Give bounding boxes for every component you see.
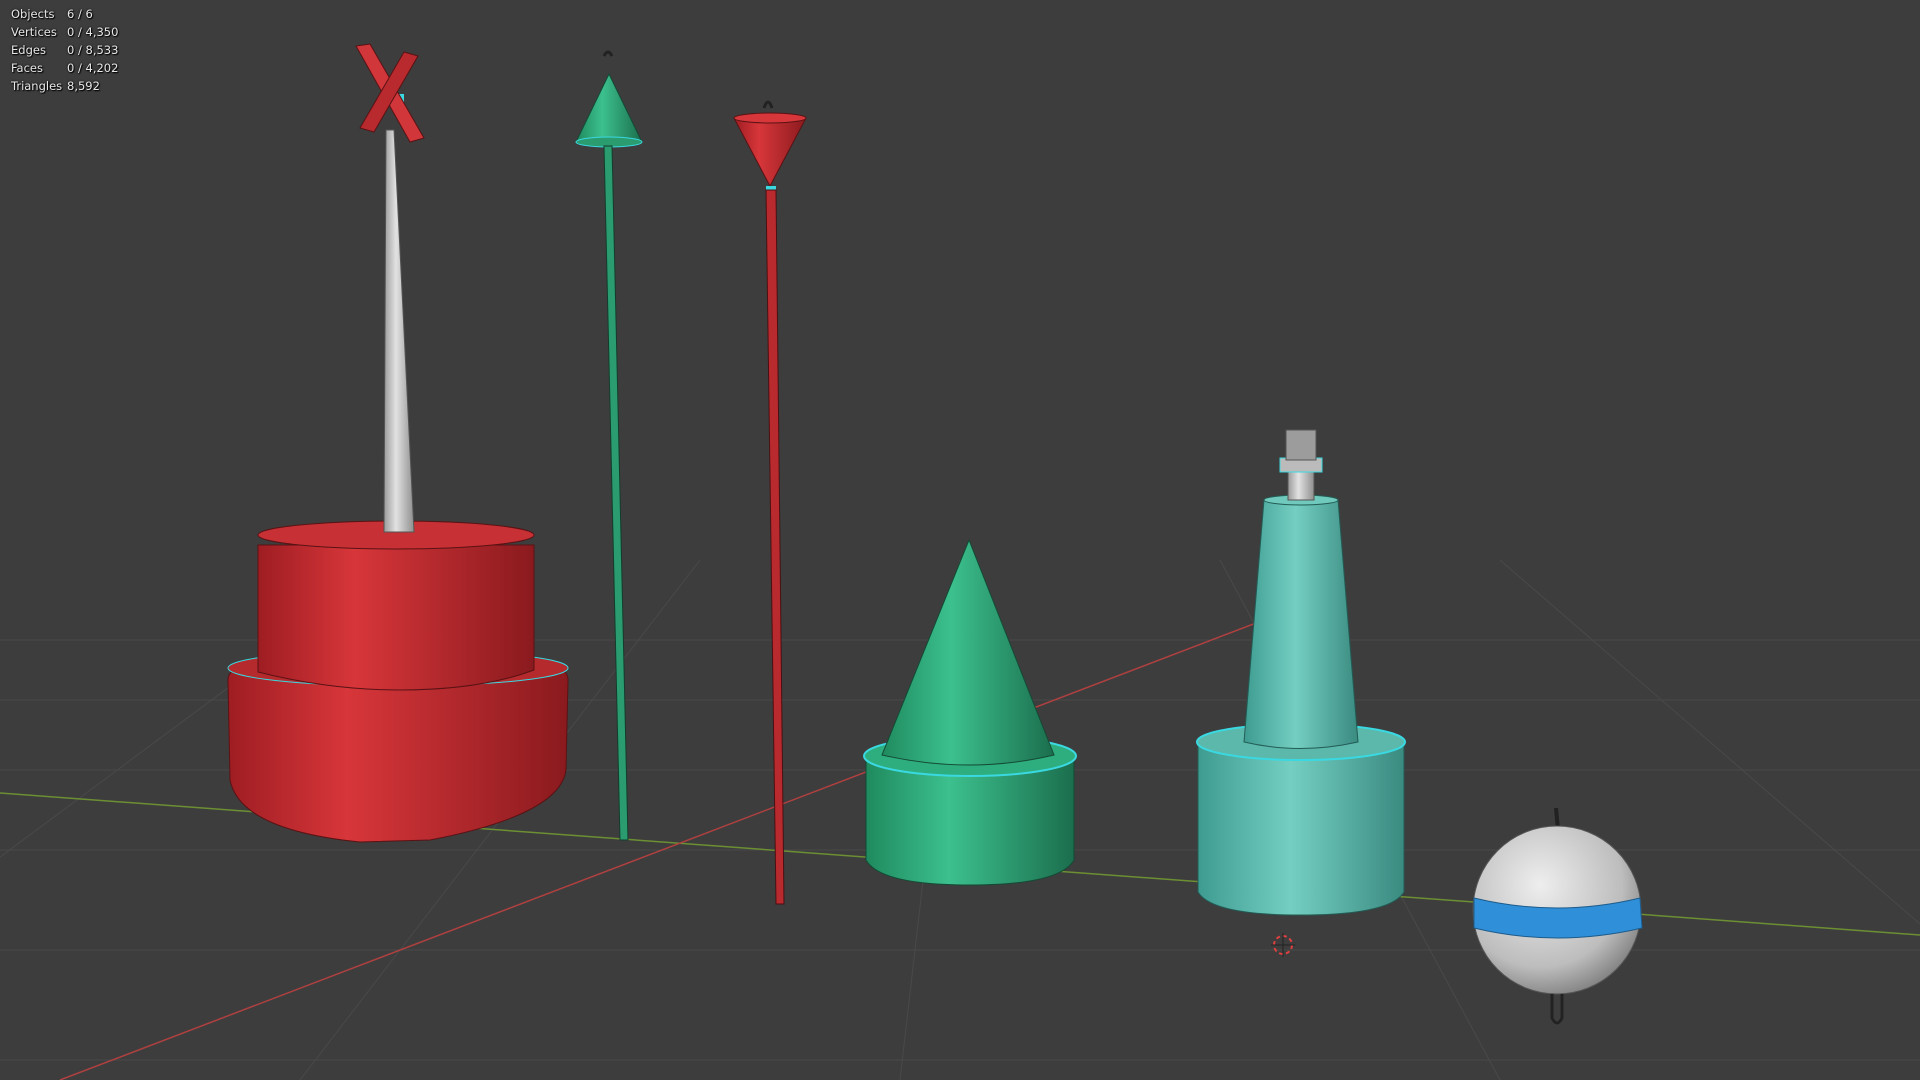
scene-statistics-overlay: Objects 6 / 6 Vertices 0 / 4,350 Edges 0… [11, 5, 118, 95]
green-cone-buoy-icon[interactable] [863, 538, 1077, 886]
3d-cursor-icon[interactable] [1271, 933, 1295, 957]
stat-value: 0 / 4,202 [67, 61, 119, 75]
stat-label: Objects [11, 7, 55, 21]
stat-label: Faces [11, 61, 43, 75]
white-sphere-buoy-icon[interactable] [1472, 807, 1643, 1025]
stat-label: Edges [11, 43, 46, 57]
cyan-tower-buoy-icon[interactable] [1196, 429, 1406, 916]
stat-row-edges: Edges 0 / 8,533 [11, 41, 118, 59]
stat-value: 0 / 4,350 [67, 25, 119, 39]
stat-value: 8,592 [67, 79, 100, 93]
3d-viewport[interactable] [0, 0, 1920, 1080]
stat-row-triangles: Triangles 8,592 [11, 77, 118, 95]
stat-label: Triangles [11, 79, 63, 93]
stat-row-objects: Objects 6 / 6 [11, 5, 118, 23]
stat-value: 6 / 6 [67, 7, 93, 21]
red-cone-pole-icon[interactable] [733, 100, 807, 905]
stat-label: Vertices [11, 25, 57, 39]
stat-value: 0 / 8,533 [67, 43, 119, 57]
red-cylinder-buoy-icon[interactable] [227, 43, 569, 843]
green-cone-pole-icon[interactable] [575, 50, 643, 841]
stat-row-faces: Faces 0 / 4,202 [11, 59, 118, 77]
stat-row-vertices: Vertices 0 / 4,350 [11, 23, 118, 41]
